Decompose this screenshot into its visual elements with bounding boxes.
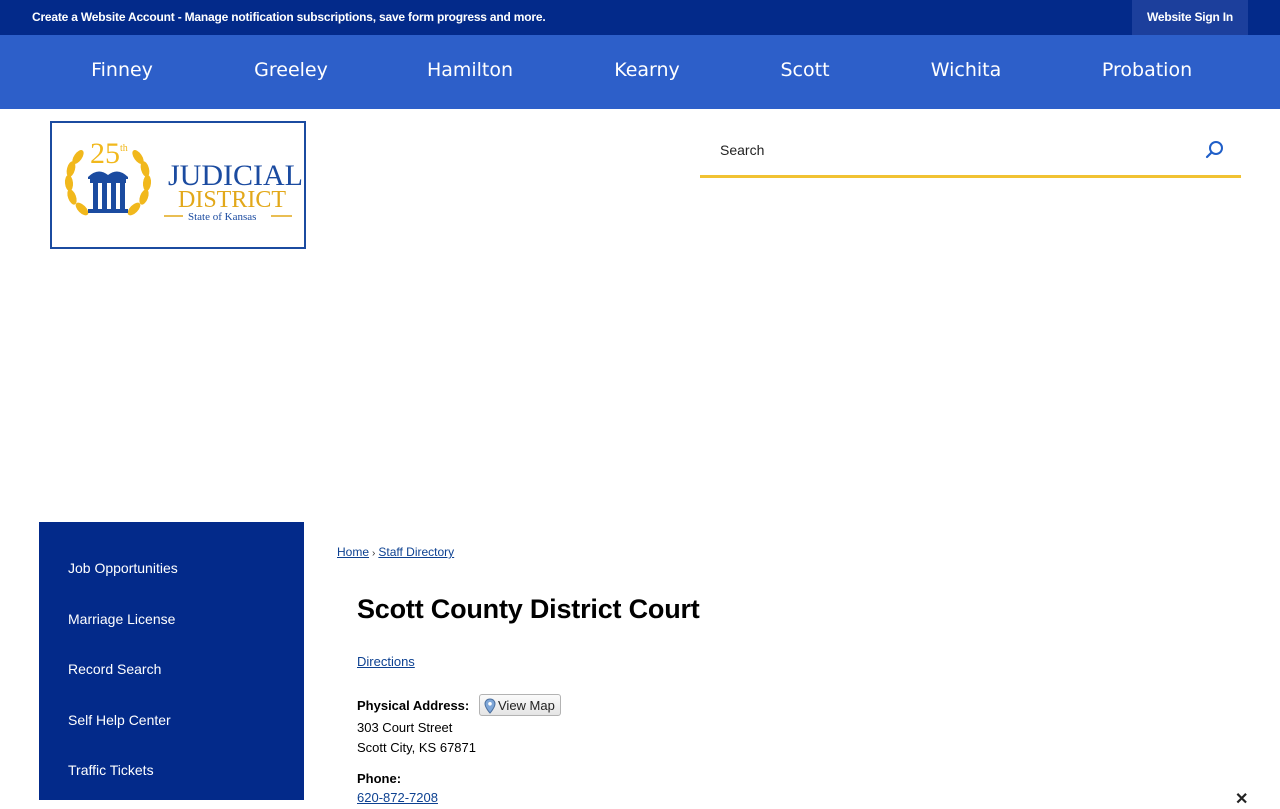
breadcrumb-separator: ›: [372, 548, 376, 559]
website-sign-in-button[interactable]: Website Sign In: [1132, 0, 1248, 35]
logo-state-text: State of Kansas: [188, 211, 256, 223]
page-title: Scott County District Court: [357, 594, 700, 624]
nav-item-greeley[interactable]: Greeley: [254, 59, 328, 81]
close-icon[interactable]: ✕: [1235, 789, 1248, 809]
breadcrumb: Home › Staff Directory: [337, 545, 454, 559]
judicial-district-logo-graphic: 25 th JUDICIAL DISTRICT State of Kansas: [64, 137, 303, 223]
logo-number: 25: [90, 137, 120, 170]
sidebar-item-marriage-license[interactable]: Marriage License: [68, 611, 175, 627]
logo-superscript: th: [120, 143, 128, 154]
search-icon[interactable]: [1202, 137, 1228, 163]
search-box[interactable]: Search: [700, 123, 1241, 178]
address-line-1: 303 Court Street: [357, 720, 453, 735]
nav-item-probation[interactable]: Probation: [1102, 59, 1192, 81]
top-account-bar: Create a Website Account - Manage notifi…: [0, 0, 1280, 35]
sidebar-item-self-help-center[interactable]: Self Help Center: [68, 712, 171, 728]
nav-item-kearny[interactable]: Kearny: [614, 59, 680, 81]
sidebar-item-job-opportunities[interactable]: Job Opportunities: [68, 560, 178, 576]
nav-item-scott[interactable]: Scott: [780, 59, 829, 81]
breadcrumb-home-link[interactable]: Home: [337, 545, 369, 559]
breadcrumb-staff-directory-link[interactable]: Staff Directory: [378, 545, 454, 559]
site-logo[interactable]: 25 th JUDICIAL DISTRICT State of Kansas: [50, 121, 306, 249]
directions-link[interactable]: Directions: [357, 654, 415, 669]
view-map-label: View Map: [498, 698, 555, 713]
sidebar-menu: Job Opportunities Marriage License Recor…: [39, 522, 304, 800]
logo-district-text: DISTRICT: [178, 187, 286, 213]
map-pin-icon: [484, 698, 496, 714]
address-line-2: Scott City, KS 67871: [357, 740, 476, 755]
phone-number-link[interactable]: 620-872-7208: [357, 790, 438, 805]
sidebar-item-record-search[interactable]: Record Search: [68, 661, 161, 677]
nav-item-finney[interactable]: Finney: [91, 59, 153, 81]
create-account-link[interactable]: Create a Website Account - Manage notifi…: [32, 10, 546, 24]
main-navigation: Finney Greeley Hamilton Kearny Scott Wic…: [0, 35, 1280, 109]
sidebar-item-traffic-tickets[interactable]: Traffic Tickets: [68, 762, 154, 778]
nav-item-wichita[interactable]: Wichita: [931, 59, 1002, 81]
physical-address-label: Physical Address:: [357, 698, 470, 713]
nav-item-hamilton[interactable]: Hamilton: [427, 59, 513, 81]
phone-label: Phone:: [357, 771, 402, 786]
view-map-button[interactable]: View Map: [479, 694, 561, 716]
search-input[interactable]: Search: [720, 142, 764, 158]
